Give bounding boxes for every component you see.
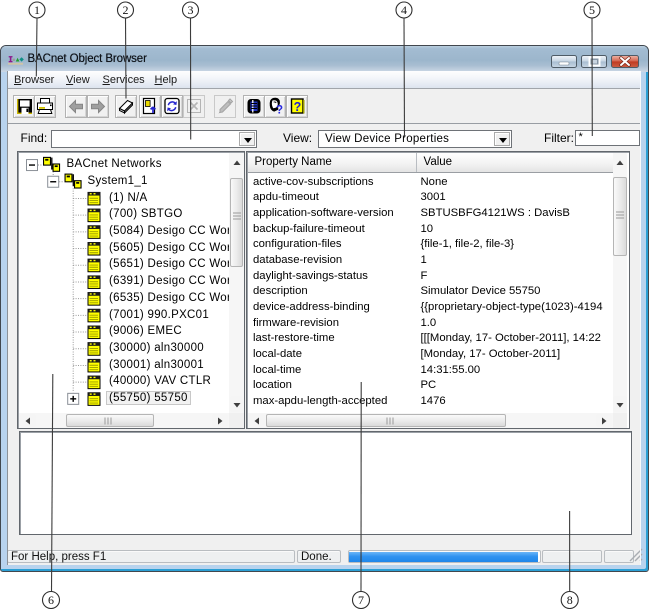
svg-text:3: 3: [188, 3, 194, 17]
svg-text:8: 8: [567, 593, 573, 607]
svg-text:4: 4: [401, 3, 407, 17]
svg-text:?: ?: [276, 104, 283, 116]
svg-text:1: 1: [34, 3, 40, 17]
svg-text:7: 7: [358, 593, 364, 607]
svg-text:5: 5: [589, 3, 595, 17]
svg-text:2: 2: [123, 3, 129, 17]
svg-text:?: ?: [293, 99, 301, 113]
svg-text:6: 6: [48, 593, 54, 607]
